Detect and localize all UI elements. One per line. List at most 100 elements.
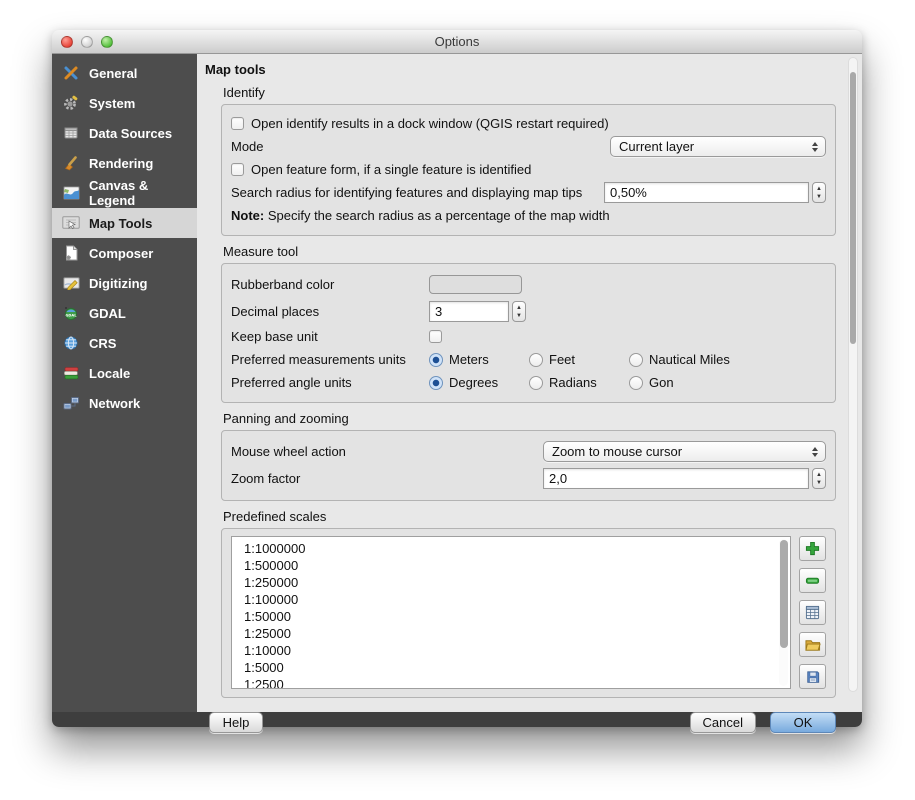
mode-label: Mode [231, 139, 610, 154]
options-dialog: Options General System Data Sources [52, 30, 862, 727]
scales-section-label: Predefined scales [223, 509, 836, 524]
panel-scrollbar[interactable] [848, 57, 858, 692]
keep-base-unit-checkbox[interactable] [429, 330, 442, 343]
title-bar[interactable]: Options [52, 30, 862, 54]
sidebar-label: Digitizing [89, 276, 148, 291]
scale-item[interactable]: 1:10000 [244, 642, 790, 659]
dock-window-checkbox[interactable] [231, 117, 244, 130]
zoom-factor-input[interactable]: 2,0 [543, 468, 809, 489]
scale-item[interactable]: 1:250000 [244, 574, 790, 591]
angle-units-label: Preferred angle units [231, 375, 429, 390]
scales-toolbar [799, 536, 826, 689]
zoom-factor-label: Zoom factor [231, 471, 543, 486]
sidebar-label: System [89, 96, 135, 111]
search-radius-row: Search radius for identifying features a… [231, 181, 826, 204]
nautical-miles-radio[interactable] [629, 353, 643, 367]
scale-item[interactable]: 1:100000 [244, 591, 790, 608]
dialog-footer: Help Cancel OK [209, 712, 836, 733]
save-scales-button[interactable] [799, 664, 826, 689]
scale-item[interactable]: 1:1000000 [244, 540, 790, 557]
sidebar-item-general[interactable]: General [52, 58, 197, 88]
scales-list-scrollbar[interactable] [779, 539, 788, 686]
meters-radio[interactable] [429, 353, 443, 367]
cancel-button[interactable]: Cancel [690, 712, 756, 733]
decimal-places-spinbox: 3 ▲▼ [429, 301, 526, 322]
dock-window-row: Open identify results in a dock window (… [231, 112, 826, 135]
angle-option-radians[interactable]: Radians [529, 375, 629, 390]
feet-radio[interactable] [529, 353, 543, 367]
dock-window-label: Open identify results in a dock window (… [251, 116, 609, 131]
keep-base-unit-row: Keep base unit [231, 325, 826, 348]
locale-flags-icon [62, 365, 80, 382]
sidebar-item-locale[interactable]: Locale [52, 358, 197, 388]
search-radius-label: Search radius for identifying features a… [231, 185, 604, 200]
scale-item[interactable]: 1:25000 [244, 625, 790, 642]
angle-option-gon[interactable]: Gon [629, 375, 759, 390]
system-gear-icon [62, 95, 80, 112]
gdal-globe-icon: GDAL [62, 305, 80, 322]
search-radius-input[interactable]: 0,50% [604, 182, 809, 203]
composer-page-icon [62, 245, 80, 262]
sidebar-item-composer[interactable]: Composer [52, 238, 197, 268]
sidebar-label: Map Tools [89, 216, 152, 231]
mouse-wheel-select[interactable]: Zoom to mouse cursor [543, 441, 826, 462]
sidebar-item-crs[interactable]: CRS [52, 328, 197, 358]
mouse-wheel-label: Mouse wheel action [231, 444, 543, 459]
import-scales-button[interactable] [799, 632, 826, 657]
predefined-scales-list[interactable]: 1:1000000 1:500000 1:250000 1:100000 1:5… [231, 536, 791, 689]
sidebar-item-gdal[interactable]: GDAL GDAL [52, 298, 197, 328]
sidebar-item-map-tools[interactable]: Map Tools [52, 208, 197, 238]
measure-groupbox: Rubberband color Decimal places 3 ▲▼ Kee… [221, 263, 836, 403]
sidebar-item-digitizing[interactable]: Digitizing [52, 268, 197, 298]
svg-text:GDAL: GDAL [65, 313, 77, 317]
mode-select[interactable]: Current layer [610, 136, 826, 157]
page-title: Map tools [205, 62, 836, 77]
zoom-factor-stepper[interactable]: ▲▼ [812, 468, 826, 489]
sidebar-item-network[interactable]: Network [52, 388, 197, 418]
paintbrush-icon [62, 155, 80, 172]
units-option-nautical-miles[interactable]: Nautical Miles [629, 352, 759, 367]
help-button[interactable]: Help [209, 712, 263, 733]
scale-item[interactable]: 1:5000 [244, 659, 790, 676]
scale-item[interactable]: 1:50000 [244, 608, 790, 625]
radians-radio[interactable] [529, 376, 543, 390]
add-scale-button[interactable] [799, 536, 826, 561]
sidebar-label: General [89, 66, 137, 81]
map-tools-icon [62, 215, 80, 232]
default-scales-button[interactable] [799, 600, 826, 625]
keep-base-unit-label: Keep base unit [231, 329, 429, 344]
sidebar-label: Network [89, 396, 140, 411]
sidebar-item-rendering[interactable]: Rendering [52, 148, 197, 178]
sidebar-item-data-sources[interactable]: Data Sources [52, 118, 197, 148]
scale-item[interactable]: 1:2500 [244, 676, 790, 689]
search-radius-stepper[interactable]: ▲▼ [812, 182, 826, 203]
mode-value: Current layer [619, 139, 808, 154]
gon-radio[interactable] [629, 376, 643, 390]
ok-button[interactable]: OK [770, 712, 836, 733]
floppy-disk-icon [806, 670, 820, 684]
degrees-radio[interactable] [429, 376, 443, 390]
decimal-places-label: Decimal places [231, 304, 429, 319]
sidebar-label: Rendering [89, 156, 153, 171]
decimal-places-stepper[interactable]: ▲▼ [512, 301, 526, 322]
rubberband-color-button[interactable] [429, 275, 522, 294]
sidebar-item-canvas-legend[interactable]: Canvas & Legend [52, 178, 197, 208]
sidebar-label: GDAL [89, 306, 126, 321]
units-option-meters[interactable]: Meters [429, 352, 529, 367]
zoom-factor-spinbox: 2,0 ▲▼ [543, 468, 826, 489]
remove-scale-button[interactable] [799, 568, 826, 593]
decimal-places-row: Decimal places 3 ▲▼ [231, 298, 826, 325]
identify-groupbox: Open identify results in a dock window (… [221, 104, 836, 236]
scale-item[interactable]: 1:500000 [244, 557, 790, 574]
feature-form-checkbox[interactable] [231, 163, 244, 176]
digitizing-pencil-icon [62, 275, 80, 292]
angle-option-degrees[interactable]: Degrees [429, 375, 529, 390]
decimal-places-input[interactable]: 3 [429, 301, 509, 322]
search-radius-spinbox: 0,50% ▲▼ [604, 182, 826, 203]
zoom-factor-row: Zoom factor 2,0 ▲▼ [231, 465, 826, 492]
sidebar-label: Composer [89, 246, 153, 261]
sidebar-label: Canvas & Legend [89, 178, 197, 208]
sidebar-item-system[interactable]: System [52, 88, 197, 118]
units-option-feet[interactable]: Feet [529, 352, 629, 367]
combo-arrows-icon [808, 447, 821, 457]
